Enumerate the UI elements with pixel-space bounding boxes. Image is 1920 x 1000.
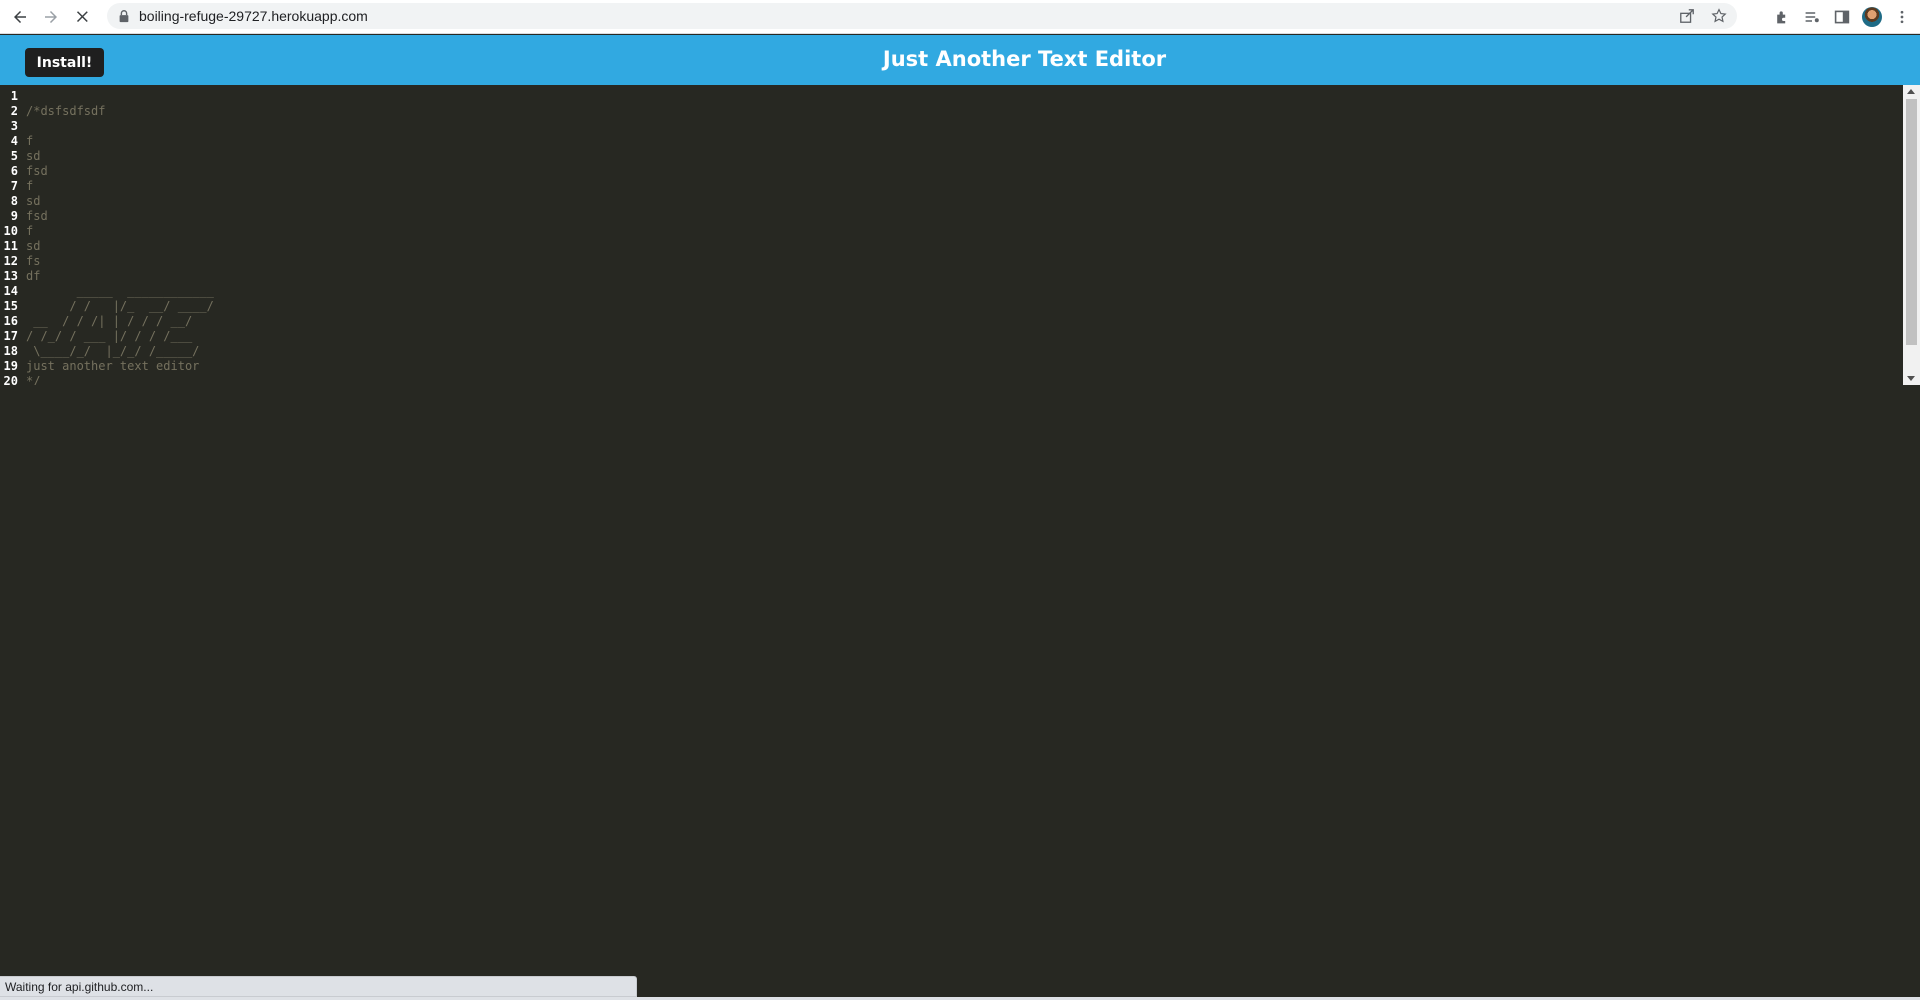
forward-arrow-icon[interactable] (40, 6, 62, 28)
scroll-up-arrow-icon[interactable] (1907, 89, 1915, 94)
line-number: 16 (3, 314, 18, 328)
editor-line: 16 __ / / /| | / / / __/ (0, 314, 214, 329)
line-number: 6 (10, 164, 18, 178)
install-button[interactable]: Install! (25, 48, 104, 77)
line-number: 4 (10, 134, 18, 148)
line-text: sd (26, 194, 41, 208)
line-number: 5 (10, 149, 18, 163)
line-number: 1 (10, 89, 18, 103)
line-number: 20 (3, 374, 18, 385)
editor-line: 6 fsd (0, 164, 214, 179)
scrollbar-thumb[interactable] (1906, 99, 1917, 345)
line-text: fsd (26, 209, 48, 223)
scroll-down-arrow-icon[interactable] (1907, 376, 1915, 381)
line-number: 14 (3, 284, 18, 298)
line-text: sd (26, 239, 41, 253)
editor-line: 18 \____/_/ |_/_/ /_____/ (0, 344, 214, 359)
line-number: 9 (10, 209, 18, 223)
reading-list-icon[interactable] (1802, 8, 1822, 26)
line-number: 10 (3, 224, 18, 238)
line-number: 2 (10, 104, 18, 118)
editor-line: 4f (0, 134, 214, 149)
editor-line: 12 fs (0, 254, 214, 269)
editor-scrollbar[interactable] (1903, 85, 1920, 385)
line-number: 11 (3, 239, 18, 253)
editor-line: 20 */ (0, 374, 214, 385)
line-number: 3 (10, 119, 18, 133)
browser-toolbar: boiling-refuge-29727.herokuapp.com (0, 0, 1920, 34)
line-number: 18 (3, 344, 18, 358)
line-text: fsd (26, 164, 48, 178)
line-text: / /_/ / ___ |/ / / /___ (26, 329, 193, 343)
back-arrow-icon[interactable] (9, 6, 31, 28)
lock-icon (117, 9, 131, 23)
line-number: 19 (3, 359, 18, 373)
editor-line: 1 (0, 89, 214, 104)
editor-line: 3 (0, 119, 214, 134)
code-editor[interactable]: 1 2/*dsfsdfsdf 3 4 f 5 sd 6 fsd 7 f 8 sd 9 fsd 10 f 11 sd 1… (0, 85, 1920, 385)
line-text: \____/_/ |_/_/ /_____/ (26, 344, 200, 358)
bookmark-star-icon[interactable] (1709, 7, 1729, 25)
line-text: f (26, 134, 34, 148)
line-number: 8 (10, 194, 18, 208)
editor-line: 8 sd (0, 194, 214, 209)
line-number: 13 (3, 269, 18, 283)
editor-line: 15 / / |/_ __/ ____/ (0, 299, 214, 314)
line-text: /*dsfsdfsdf (26, 104, 106, 118)
editor-lines: 1 2/*dsfsdfsdf 3 4 f 5 sd 6 fsd 7 f 8 sd 9 fsd 10 f 11 sd 1… (0, 89, 214, 385)
kebab-menu-icon[interactable] (1892, 8, 1912, 26)
editor-line: 9 fsd (0, 209, 214, 224)
line-number: 12 (3, 254, 18, 268)
line-text: f (26, 179, 34, 193)
line-text: __ / / /| | / / / __/ (26, 314, 193, 328)
page-title: Just Another Text Editor (882, 47, 1167, 71)
profile-avatar[interactable] (1862, 7, 1882, 27)
editor-line: 14 _____ ____________ (0, 284, 214, 299)
share-icon[interactable] (1677, 7, 1697, 25)
editor-line: 10 f (0, 224, 214, 239)
editor-line: 17 / /_/ / ___ |/ / / /___ (0, 329, 214, 344)
line-text: fs (26, 254, 41, 268)
editor-line: 13 df (0, 269, 214, 284)
editor-line: 19 just another text editor (0, 359, 214, 374)
line-text: / / |/_ __/ ____/ (26, 299, 214, 313)
status-bubble: Waiting for api.github.com... (0, 976, 637, 997)
url-text: boiling-refuge-29727.herokuapp.com (139, 8, 368, 24)
line-text: */ (26, 374, 41, 385)
editor-line: 7f (0, 179, 214, 194)
side-panel-icon[interactable] (1832, 8, 1852, 26)
address-bar[interactable]: boiling-refuge-29727.herokuapp.com (107, 3, 1737, 29)
stop-loading-icon[interactable] (71, 6, 93, 28)
line-text: just another text editor (26, 359, 200, 373)
line-text: df (26, 269, 41, 283)
line-number: 17 (3, 329, 18, 343)
line-text: _____ ____________ (26, 284, 214, 298)
editor-line: 2 /*dsfsdfsdf (0, 104, 214, 119)
line-number: 7 (10, 179, 18, 193)
line-text: sd (26, 149, 41, 163)
extensions-puzzle-icon[interactable] (1772, 8, 1792, 26)
editor-line: 5 sd (0, 149, 214, 164)
line-number: 15 (3, 299, 18, 313)
editor-line: 11 sd (0, 239, 214, 254)
line-text: f (26, 224, 34, 238)
app-header: Just Another Text Editor Install! (0, 35, 1920, 85)
